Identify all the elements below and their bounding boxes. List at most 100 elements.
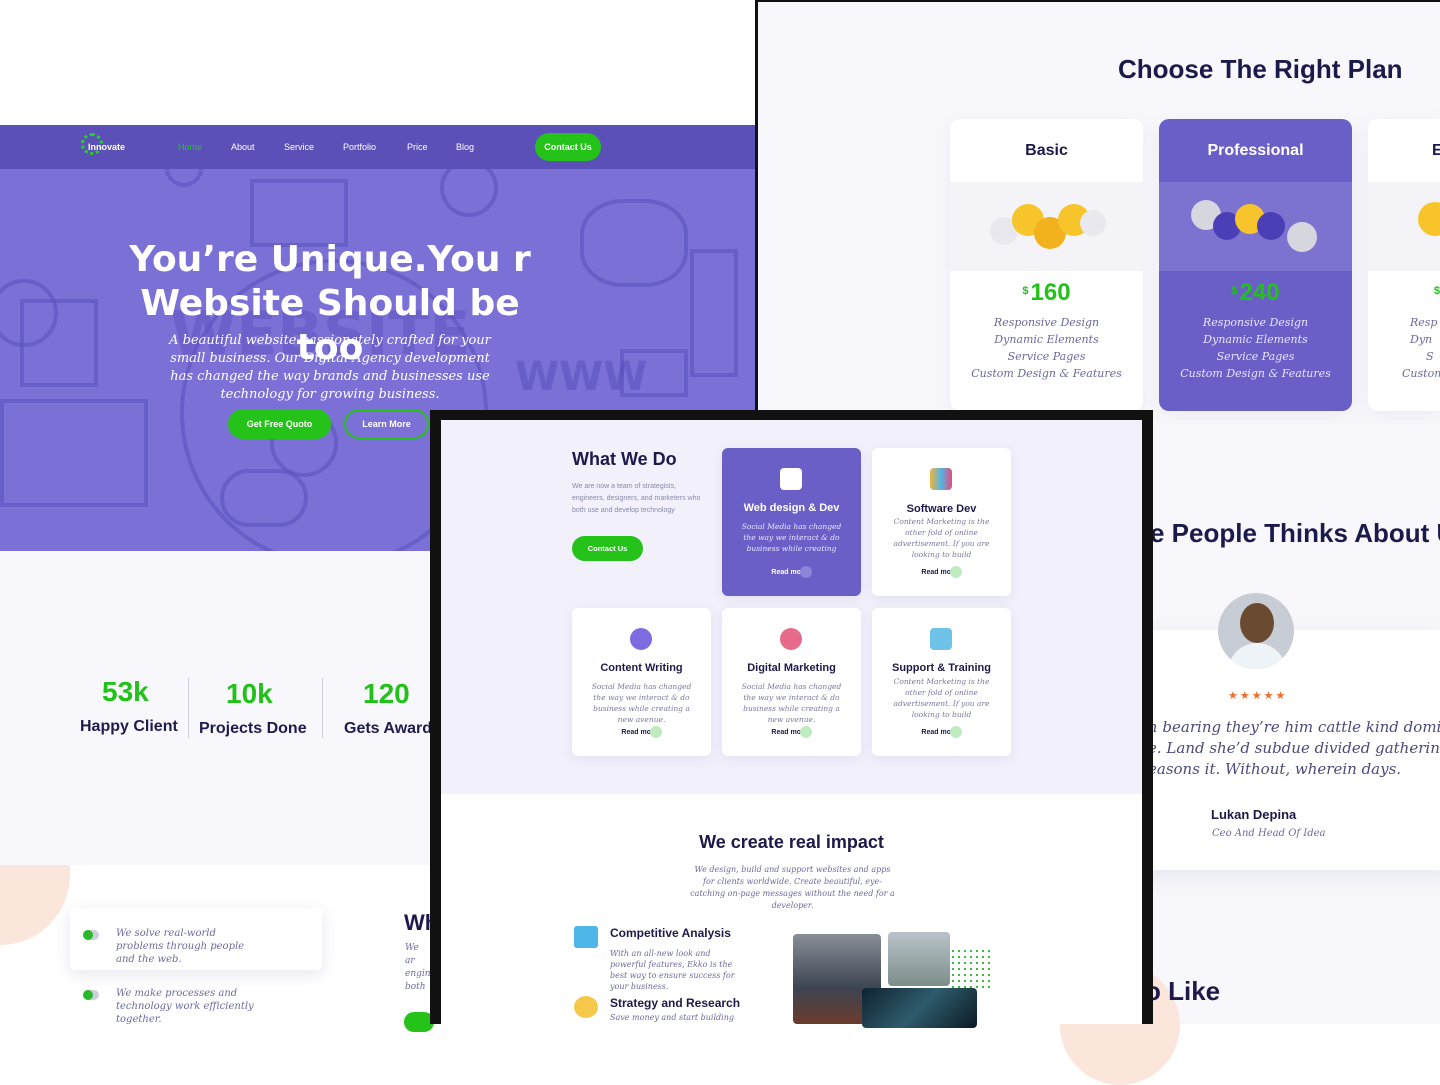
feature-text-2: We make processes and technology work ef… (116, 988, 254, 1025)
get-quote-button[interactable]: Get Free Quoto (228, 409, 331, 439)
support-icon (930, 628, 952, 650)
stat-divider (188, 678, 189, 738)
plan-feature: Dynamic Elements (994, 333, 1099, 346)
thumbs-up-icon (1257, 212, 1285, 240)
plan-feature: Responsive Design (1202, 316, 1309, 329)
stat-label-clients: Happy Client (80, 718, 178, 735)
ball-icon (1287, 222, 1317, 252)
plan-feature: Dyn (1410, 333, 1433, 346)
stat-value-awards: 120 (363, 678, 410, 709)
services-title: What We Do (572, 449, 677, 469)
testimonial-title: e People Thinks About U (1150, 518, 1440, 548)
services-contact-button[interactable]: Contact Us (572, 536, 643, 561)
chart-icon (930, 468, 952, 490)
service-card-text: Social Media has changed the way we inte… (591, 682, 692, 724)
testimonial-name: Lukan Depina (1211, 807, 1297, 822)
plan-name: Professional (1207, 141, 1304, 159)
service-card-title: Digital Marketing (747, 662, 836, 674)
plan-feature: Custom (1402, 367, 1440, 380)
stat-divider (322, 678, 323, 738)
nav-blog[interactable]: Blog (456, 142, 474, 152)
plan-card-enterprise[interactable]: E $ Resp Dyn S Custom (1368, 119, 1440, 411)
plan-image (1368, 182, 1440, 271)
plan-feature: Service Pages (1216, 350, 1295, 363)
service-card-text: Content Marketing is the other fold of o… (893, 517, 990, 559)
boat-photo (888, 932, 950, 986)
read-more-link[interactable]: Read more (572, 726, 711, 738)
service-card-text: Social Media has changed the way we inte… (741, 682, 842, 724)
stat-label-projects: Projects Done (199, 720, 307, 737)
emoji-icon (1418, 202, 1440, 236)
plan-feature: Service Pages (1007, 350, 1086, 363)
features-side-text: We ar engin both u variet (405, 943, 431, 992)
service-card-title: Support & Training (892, 662, 991, 674)
laptop-icon (780, 468, 802, 490)
network-icon (630, 628, 652, 650)
hero-title-line1: You’re Unique.You r (129, 239, 531, 280)
nav-about[interactable]: About (231, 142, 255, 152)
plan-feature: Responsive Design (993, 316, 1100, 329)
read-more-link[interactable]: Read more (722, 726, 861, 738)
impact-item-text: Save money and start building (610, 1013, 734, 1022)
plan-name: E (1432, 141, 1440, 159)
plan-price: $ (1434, 285, 1440, 297)
service-card-support[interactable]: Support & Training Content Marketing is … (872, 608, 1011, 756)
toggle-icon (83, 990, 99, 1000)
plan-feature: Custom Design & Features (1180, 367, 1331, 380)
lightbulb-icon (574, 996, 598, 1018)
nav-service[interactable]: Service (284, 142, 314, 152)
plan-image (1159, 182, 1352, 271)
decorative-dot-grid (950, 948, 990, 988)
hero-subtitle: A beautiful website passionately crafted… (169, 333, 491, 402)
plan-card-basic[interactable]: Basic $160 Responsive Design Dynamic Ele… (950, 119, 1143, 411)
avatar (1218, 593, 1294, 669)
stat-value-projects: 10k (226, 678, 273, 709)
service-card-title: Content Writing (600, 662, 683, 674)
nav-contact-button[interactable]: Contact Us (535, 133, 601, 161)
plan-feature: Custom Design & Features (971, 367, 1122, 380)
impact-item-title: Strategy and Research (610, 996, 741, 1010)
plan-feature: S (1426, 350, 1434, 363)
service-card-title: Web design & Dev (743, 502, 840, 514)
read-more-link[interactable]: Read more (872, 566, 1011, 578)
plan-feature: Dynamic Elements (1203, 333, 1308, 346)
nav-price[interactable]: Price (407, 142, 428, 152)
like-section-title: o Like (1145, 976, 1221, 1006)
stat-value-clients: 53k (102, 676, 149, 707)
services-text: We are now a team of strategists, engine… (572, 483, 701, 514)
plan-price: $240 (1231, 279, 1280, 306)
service-card-content-writing[interactable]: Content Writing Social Media has changed… (572, 608, 711, 756)
quote-line: easons it. Without, wherein days. (1148, 760, 1402, 778)
service-card-software[interactable]: Software Dev Content Marketing is the ot… (872, 448, 1011, 596)
nav-home[interactable]: Home (178, 142, 202, 152)
plan-price: $160 (1022, 279, 1071, 306)
read-more-link[interactable]: Read more (872, 726, 1011, 738)
read-more-link[interactable]: Read more (722, 566, 861, 578)
service-card-web-design[interactable]: Web design & Dev Social Media has change… (722, 448, 861, 596)
service-card-digital-marketing[interactable]: Digital Marketing Social Media has chang… (722, 608, 861, 756)
pricing-title: Choose The Right Plan (1118, 54, 1403, 84)
quote-line: h bearing they’re him cattle kind domini… (1148, 718, 1440, 736)
impact-item-text: With an all-new look and powerful featur… (610, 949, 735, 991)
plan-feature: Resp (1410, 316, 1438, 329)
toggle-icon (83, 930, 99, 940)
rating-stars-icon: ★★★★★ (1228, 690, 1288, 702)
testimonial-role: Ceo And Head Of Idea (1212, 828, 1326, 839)
social-media-icon (780, 628, 802, 650)
avatar-face (1240, 603, 1274, 643)
analysis-icon (574, 926, 598, 948)
logo-text[interactable]: Innovate (88, 142, 125, 152)
service-card-text: Content Marketing is the other fold of o… (893, 677, 990, 719)
avatar-shirt (1228, 643, 1286, 669)
impact-item-title: Competitive Analysis (610, 926, 731, 940)
impact-title: We create real impact (699, 832, 884, 852)
feature-text-1: We solve real-world problems through peo… (116, 928, 245, 965)
quote-line: e. Land she’d subdue divided gathering b… (1148, 739, 1440, 757)
ball-icon (1080, 210, 1106, 236)
service-card-title: Software Dev (906, 503, 977, 515)
learn-more-button[interactable]: Learn More (344, 409, 429, 439)
ocean-photo (862, 988, 977, 1028)
nav-portfolio[interactable]: Portfolio (343, 142, 376, 152)
impact-subtitle: We design, build and support websites an… (690, 865, 895, 910)
plan-card-professional[interactable]: Professional $240 Responsive Design Dyna… (1159, 119, 1352, 411)
